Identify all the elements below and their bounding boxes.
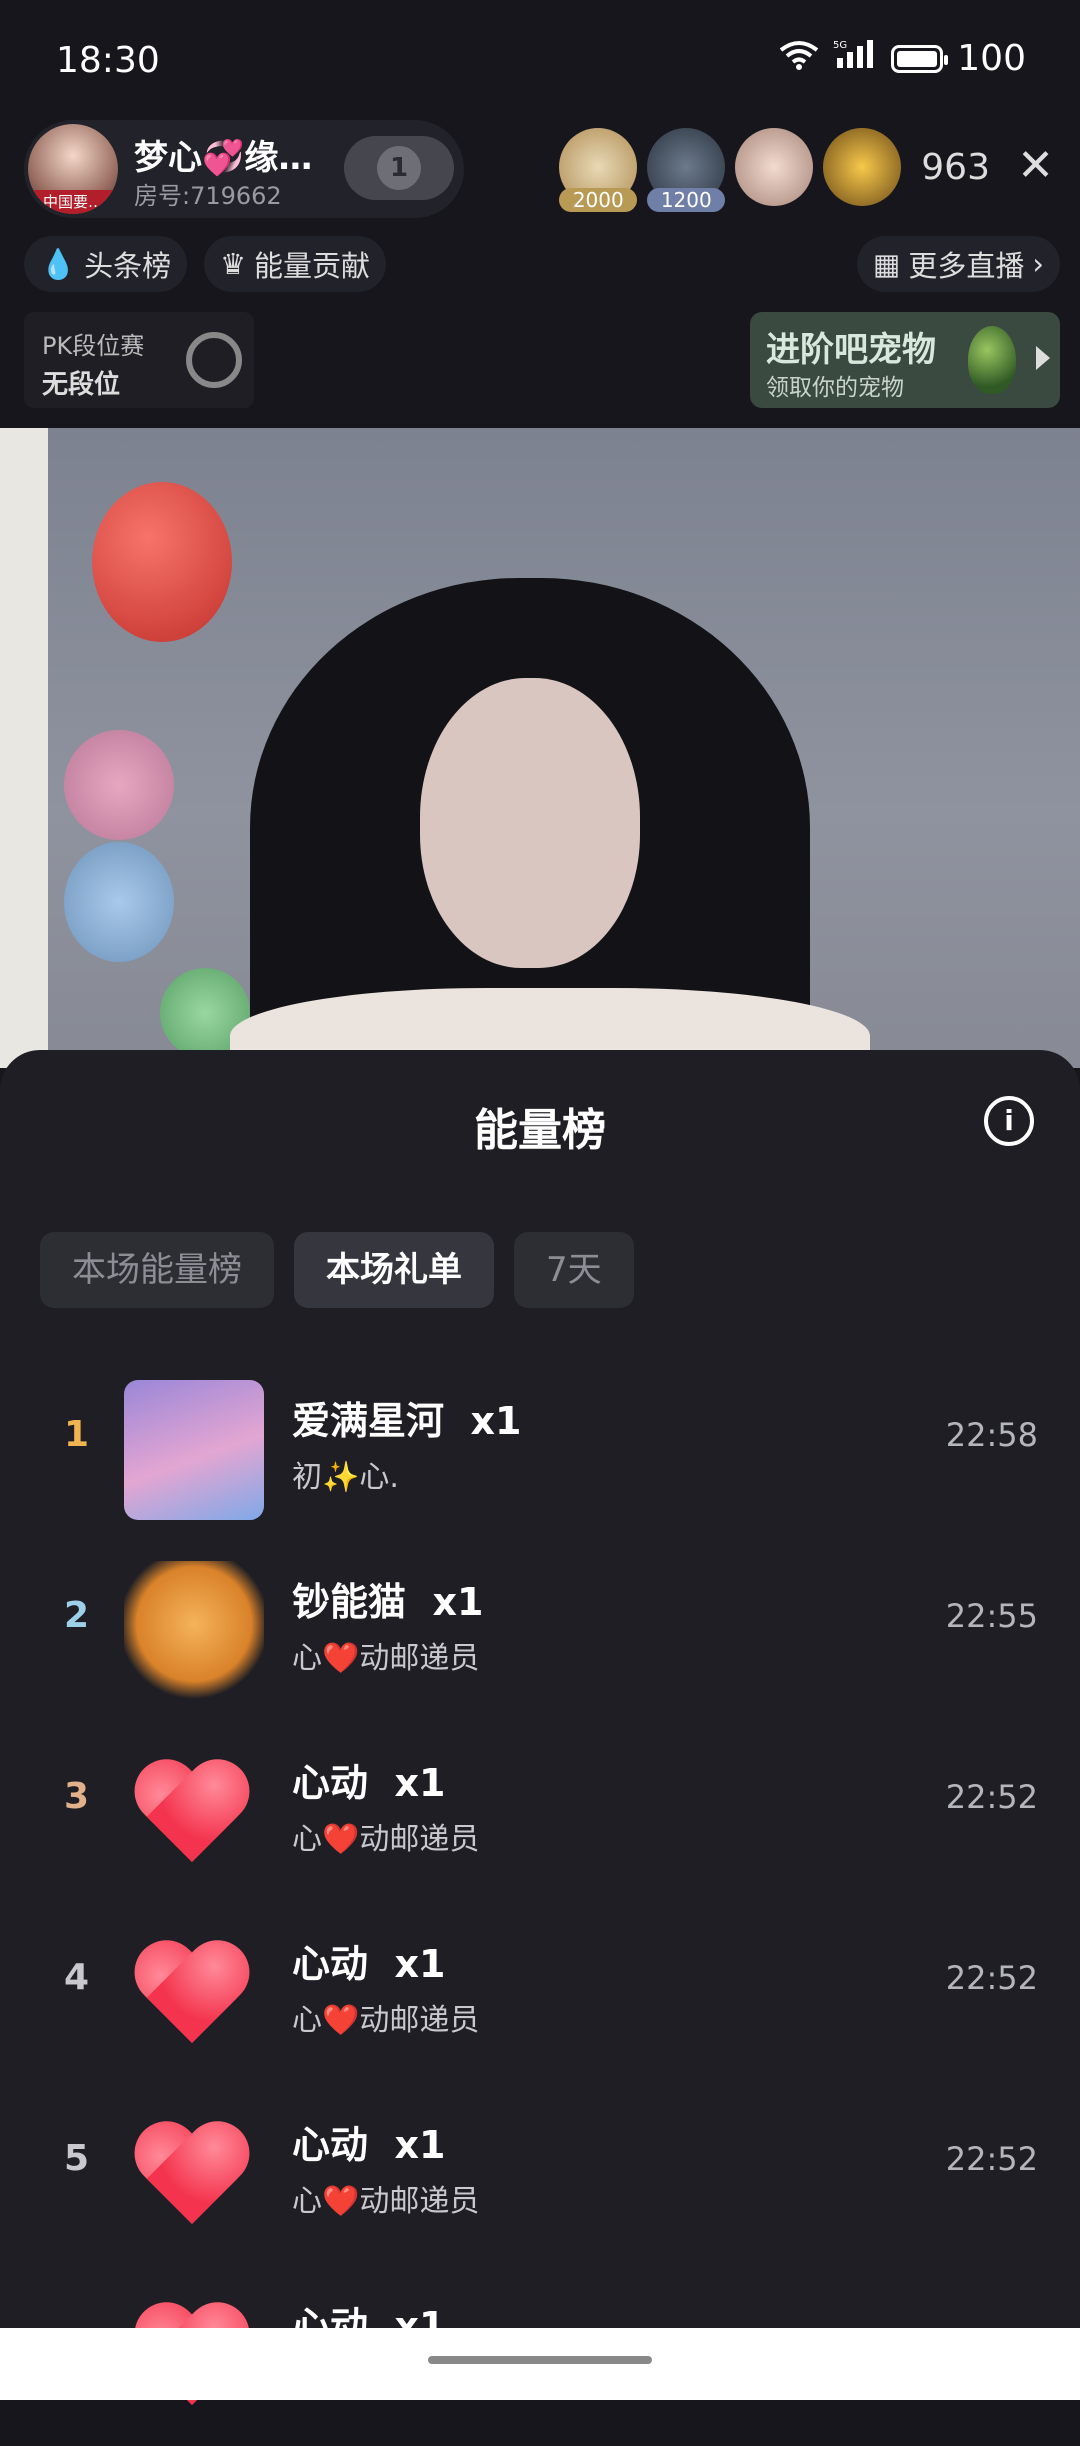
pk-rank: 无段位 xyxy=(42,370,121,400)
gift-time: 22:52 xyxy=(945,1959,1038,1997)
energy-contribution-button[interactable]: ♛ 能量贡献 xyxy=(204,236,387,292)
viewer-contribution: 2000 xyxy=(559,188,638,212)
headline-label: 头条榜 xyxy=(84,249,172,283)
gift-name: 爱满星河 x1 xyxy=(292,1399,522,1443)
live-video[interactable] xyxy=(0,428,1080,1068)
wifi-icon xyxy=(779,38,819,79)
gift-name: 钞能猫 x1 xyxy=(292,1580,484,1624)
pet-subtitle: 领取你的宠物 xyxy=(766,375,904,401)
online-count[interactable]: 963 xyxy=(921,147,990,188)
gift-name: 心动 x1 xyxy=(292,1761,446,1805)
host-name: 梦心💞缘… xyxy=(134,138,313,178)
fan-club-button[interactable]: 1 xyxy=(344,136,454,200)
signal-icon: 5G xyxy=(833,38,877,79)
pet-title: 进阶吧宠物 xyxy=(766,330,936,370)
close-icon[interactable]: ✕ xyxy=(1017,140,1054,191)
pk-title: PK段位赛 xyxy=(42,332,145,360)
list-item[interactable]: 5 心动 x1 心❤️动邮递员 22:52 xyxy=(0,2084,1080,2265)
list-item[interactable]: 3 心动 x1 心❤️动邮递员 22:52 xyxy=(0,1722,1080,1903)
live-top-bar: 中国要… 梦心💞缘… 房号:719662 1 2000 1200 963 ✕ xyxy=(24,120,1054,220)
rank-number: 3 xyxy=(64,1776,90,1817)
headline-ranking-button[interactable]: 💧 头条榜 xyxy=(24,236,188,292)
pk-rank-card[interactable]: PK段位赛 无段位 xyxy=(24,312,254,408)
viewer-contribution: 1200 xyxy=(647,188,726,212)
rank-number: 5 xyxy=(64,2138,90,2179)
more-live-button[interactable]: ▦ 更多直播 › xyxy=(856,236,1060,292)
gift-time: 22:58 xyxy=(945,1416,1038,1454)
heart-gift-icon xyxy=(124,1923,264,2063)
heart-gift-icon xyxy=(124,2104,264,2244)
rank-number: 2 xyxy=(64,1595,90,1636)
cat-gift-icon xyxy=(124,1561,264,1701)
viewer-avatar[interactable] xyxy=(735,128,814,206)
pet-banner[interactable]: 进阶吧宠物 领取你的宠物 xyxy=(750,312,1060,408)
rank-number: 1 xyxy=(64,1414,90,1455)
blue-balloon xyxy=(64,842,174,962)
viewer-avatar[interactable]: 1200 xyxy=(647,128,726,212)
heart-gift-icon xyxy=(124,1742,264,1882)
sender-name: 心❤️动邮递员 xyxy=(292,2003,480,2038)
tab-session-gifts[interactable]: 本场礼单 xyxy=(294,1232,494,1308)
gift-name: 心动 x1 xyxy=(292,2123,446,2167)
play-arrow-icon xyxy=(1036,346,1050,370)
status-time: 18:30 xyxy=(56,40,160,81)
more-live-label: 更多直播 xyxy=(908,249,1025,283)
event-row: PK段位赛 无段位 进阶吧宠物 领取你的宠物 xyxy=(24,312,1060,412)
ranking-tabs: 本场能量榜 本场礼单 7天 xyxy=(40,1232,634,1308)
gift-list: 1 爱满星河 x1 初✨心. 22:58 2 钞能猫 x1 心❤️动邮递员 22… xyxy=(0,1360,1080,2446)
host-avatar[interactable]: 中国要… xyxy=(28,124,118,214)
quick-nav-row: 💧 头条榜 ♛ 能量贡献 ▦ 更多直播 › xyxy=(24,236,1060,296)
host-card[interactable]: 中国要… 梦心💞缘… 房号:719662 1 xyxy=(24,120,464,218)
info-icon[interactable]: i xyxy=(984,1096,1034,1146)
battery-level: 100 xyxy=(957,38,1026,79)
tab-7-days[interactable]: 7天 xyxy=(514,1232,634,1308)
rank-number: 4 xyxy=(64,1957,90,1998)
top-viewers[interactable]: 2000 1200 963 xyxy=(559,128,990,212)
host-face xyxy=(420,678,640,968)
pk-rank-icon xyxy=(186,332,242,388)
host-avatar-tag: 中国要… xyxy=(28,190,118,214)
tab-session-energy[interactable]: 本场能量榜 xyxy=(40,1232,274,1308)
energy-label: 能量贡献 xyxy=(254,249,371,283)
room-number: 房号:719662 xyxy=(134,182,282,210)
drop-icon: 💧 xyxy=(40,246,77,281)
wall-edge xyxy=(0,428,48,1068)
viewer-avatar[interactable] xyxy=(823,128,902,206)
status-bar: 18:30 5G 100 xyxy=(0,0,1080,120)
home-indicator[interactable] xyxy=(428,2356,652,2364)
list-item[interactable]: 1 爱满星河 x1 初✨心. 22:58 xyxy=(0,1360,1080,1541)
list-item[interactable]: 2 钞能猫 x1 心❤️动邮递员 22:55 xyxy=(0,1541,1080,1722)
chevron-right-icon: › xyxy=(1032,247,1044,281)
gift-time: 22:52 xyxy=(945,2140,1038,2178)
svg-text:5G: 5G xyxy=(833,40,847,51)
crown-icon: ♛ xyxy=(220,247,246,281)
pet-egg-icon xyxy=(968,326,1016,394)
fan-level-badge: 1 xyxy=(377,146,421,190)
status-icons: 5G 100 xyxy=(779,38,1026,79)
gift-time: 22:52 xyxy=(945,1778,1038,1816)
gift-time: 22:55 xyxy=(945,1597,1038,1635)
system-nav-bar xyxy=(0,2328,1080,2400)
gift-name: 心动 x1 xyxy=(292,1942,446,1986)
sender-name: 心❤️动邮递员 xyxy=(292,1822,480,1857)
grid-icon: ▦ xyxy=(872,247,901,281)
battery-icon xyxy=(891,44,949,73)
viewer-avatar[interactable]: 2000 xyxy=(559,128,638,212)
list-item[interactable]: 4 心动 x1 心❤️动邮递员 22:52 xyxy=(0,1903,1080,2084)
pink-balloon xyxy=(64,730,174,840)
sheet-title: 能量榜 xyxy=(474,1105,606,1156)
sender-name: 心❤️动邮递员 xyxy=(292,2184,480,2219)
sender-name: 心❤️动邮递员 xyxy=(292,1641,480,1676)
energy-ranking-sheet: 能量榜 i 本场能量榜 本场礼单 7天 1 爱满星河 x1 初✨心. 22:58… xyxy=(0,1050,1080,2348)
gift-icon xyxy=(124,1380,264,1520)
red-balloon xyxy=(92,482,232,642)
sender-name: 初✨心. xyxy=(292,1460,399,1495)
